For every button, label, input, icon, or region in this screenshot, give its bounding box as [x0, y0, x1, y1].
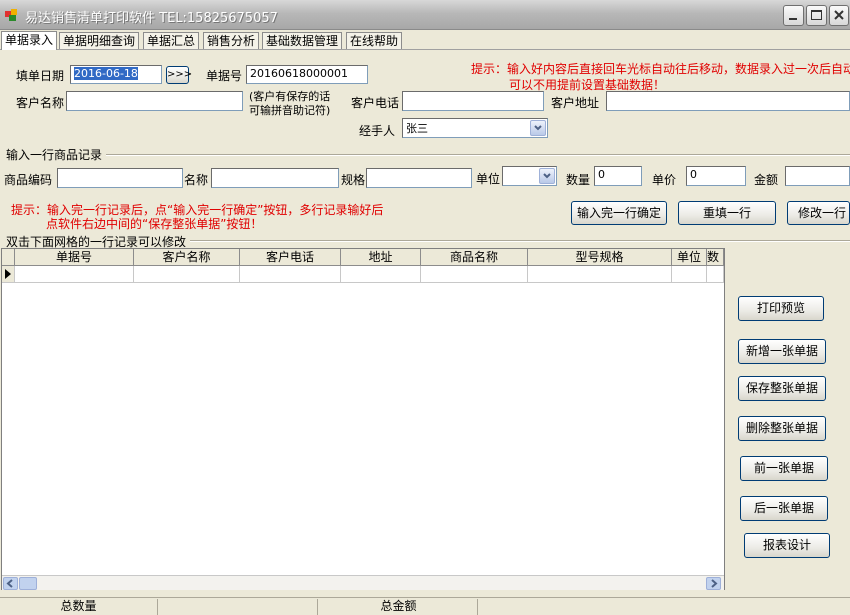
- name-input[interactable]: [211, 168, 339, 188]
- date-input[interactable]: 2016-06-18: [70, 65, 162, 84]
- unit-select[interactable]: [502, 166, 557, 186]
- customer-address-label: 客户地址: [551, 96, 600, 110]
- tab-detail-query[interactable]: 单据明细查询: [59, 32, 140, 49]
- delete-doc-button[interactable]: 删除整张单据: [738, 416, 826, 441]
- total-amount-value: [480, 599, 850, 615]
- grid-section-divider: [190, 240, 850, 242]
- date-picker-button[interactable]: >>>: [166, 66, 192, 84]
- total-qty-value: [160, 599, 318, 615]
- spec-input[interactable]: [366, 168, 472, 188]
- title-bar: 易达销售清单打印软件 TEL:15825675057: [0, 0, 850, 30]
- app-icon: [5, 9, 17, 21]
- item-section-divider: [106, 154, 850, 156]
- date-label: 填单日期: [16, 69, 65, 83]
- tab-doc-entry[interactable]: 单据录入: [1, 31, 58, 50]
- tab-sales-analysis[interactable]: 销售分析: [203, 32, 260, 49]
- doc-no-label: 单据号: [206, 69, 243, 83]
- grid-cell[interactable]: [528, 266, 672, 283]
- customer-name-label: 客户名称: [16, 96, 65, 110]
- grid-cell[interactable]: [134, 266, 240, 283]
- customer-hint-line2: 可输拼音助记符): [249, 104, 331, 117]
- grid-cell[interactable]: [15, 266, 134, 283]
- scroll-left-button[interactable]: [3, 577, 18, 590]
- total-amount-label: 总金额: [320, 599, 478, 615]
- item-section-title: 输入一行商品记录: [6, 148, 103, 162]
- grid-header-unit[interactable]: 单位: [672, 249, 707, 266]
- grid-header-address[interactable]: 地址: [341, 249, 421, 266]
- grid-header-doc-no[interactable]: 单据号: [15, 249, 134, 266]
- handler-value: 张三: [406, 122, 428, 135]
- header-tip-line1: 提示：输入好内容后直接回车光标自动往后移动，数据录入过一次后自动: [471, 62, 850, 76]
- code-input[interactable]: [57, 168, 183, 188]
- modify-row-button[interactable]: 修改一行: [787, 201, 850, 225]
- status-bar: 总数量 总金额: [0, 597, 850, 615]
- maximize-icon: [811, 10, 822, 20]
- window-title: 易达销售清单打印软件 TEL:15825675057: [25, 11, 278, 26]
- grid-header-customer-name[interactable]: 客户名称: [134, 249, 240, 266]
- code-label: 商品编码: [4, 173, 53, 187]
- row-pointer-icon: [5, 269, 11, 279]
- qty-input[interactable]: 0: [594, 166, 642, 186]
- handler-select[interactable]: 张三: [402, 118, 548, 138]
- close-button[interactable]: [829, 5, 849, 26]
- handler-dropdown-button[interactable]: [530, 120, 546, 136]
- name-label: 名称: [184, 173, 209, 187]
- new-doc-button[interactable]: 新增一张单据: [738, 339, 826, 364]
- grid-cell[interactable]: [707, 266, 724, 283]
- grid-header-model-spec[interactable]: 型号规格: [528, 249, 672, 266]
- row-indicator[interactable]: [2, 266, 15, 283]
- price-input[interactable]: 0: [686, 166, 746, 186]
- report-design-button[interactable]: 报表设计: [744, 533, 830, 558]
- grid-header-product-name[interactable]: 商品名称: [421, 249, 528, 266]
- minimize-icon: [789, 18, 797, 20]
- confirm-row-button[interactable]: 输入完一行确定: [571, 201, 667, 225]
- chevron-down-icon: [534, 125, 542, 131]
- qty-label: 数量: [566, 173, 591, 187]
- scroll-thumb[interactable]: [19, 577, 37, 590]
- tab-online-help[interactable]: 在线帮助: [346, 32, 403, 49]
- menu-tabs: 单据录入 单据明细查询 单据汇总 销售分析 基础数据管理 在线帮助: [0, 30, 850, 50]
- date-value: 2016-06-18: [74, 67, 138, 80]
- close-icon: [834, 10, 844, 20]
- arrow-right-icon: [711, 579, 718, 588]
- maximize-button[interactable]: [806, 5, 827, 26]
- customer-address-input[interactable]: [606, 91, 850, 111]
- grid-cell[interactable]: [421, 266, 528, 283]
- tab-summary[interactable]: 单据汇总: [143, 32, 200, 49]
- grid-header-qty[interactable]: 数量: [707, 249, 724, 266]
- price-label: 单价: [652, 173, 677, 187]
- customer-phone-input[interactable]: [402, 91, 544, 111]
- next-doc-button[interactable]: 后一张单据: [740, 496, 828, 521]
- grid-corner: [2, 249, 15, 266]
- amount-input[interactable]: [785, 166, 850, 186]
- minimize-button[interactable]: [783, 5, 804, 26]
- tab-base-data[interactable]: 基础数据管理: [262, 32, 343, 49]
- customer-name-input[interactable]: [66, 91, 243, 111]
- handler-label: 经手人: [359, 124, 396, 138]
- refill-row-button[interactable]: 重填一行: [678, 201, 776, 225]
- save-doc-button[interactable]: 保存整张单据: [738, 376, 826, 401]
- chevron-down-icon: [543, 173, 551, 179]
- grid-horizontal-scrollbar[interactable]: [2, 575, 724, 590]
- records-grid[interactable]: 单据号 客户名称 客户电话 地址 商品名称 型号规格 单位 数量: [1, 248, 725, 590]
- unit-label: 单位: [476, 172, 501, 186]
- grid-cell[interactable]: [341, 266, 421, 283]
- grid-cell[interactable]: [672, 266, 707, 283]
- doc-no-input[interactable]: 20160618000001: [246, 65, 368, 84]
- unit-dropdown-button[interactable]: [539, 168, 555, 184]
- print-preview-button[interactable]: 打印预览: [738, 296, 824, 321]
- scroll-right-button[interactable]: [706, 577, 721, 590]
- prev-doc-button[interactable]: 前一张单据: [740, 456, 828, 481]
- spec-label: 规格: [341, 173, 366, 187]
- customer-phone-label: 客户电话: [351, 96, 400, 110]
- grid-cell[interactable]: [240, 266, 341, 283]
- amount-label: 金额: [754, 173, 779, 187]
- grid-header-customer-phone[interactable]: 客户电话: [240, 249, 341, 266]
- item-tip-line2: 点软件右边中间的“保存整张单据”按钮！: [46, 217, 263, 231]
- total-qty-label: 总数量: [0, 599, 158, 615]
- arrow-left-icon: [6, 579, 13, 588]
